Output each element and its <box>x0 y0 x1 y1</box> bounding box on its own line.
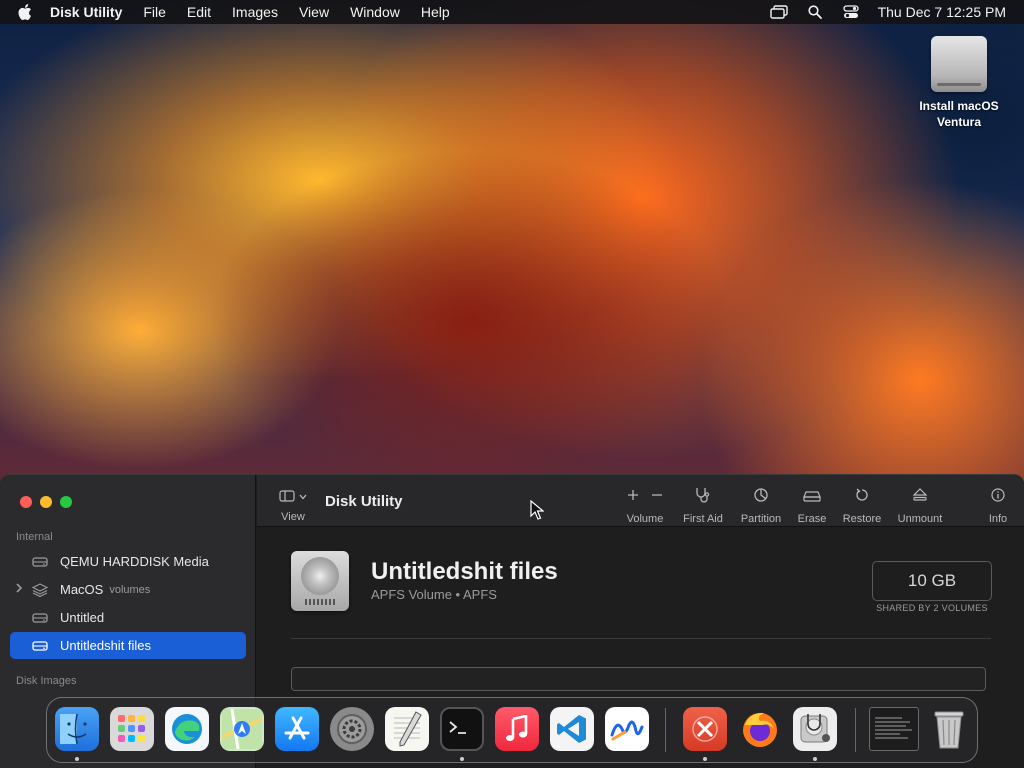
view-label: View <box>281 511 305 523</box>
dock-trash-icon[interactable] <box>927 707 971 751</box>
dock-maps-icon[interactable] <box>220 707 264 751</box>
dock-screenshot-thumbnail-icon[interactable] <box>869 707 919 751</box>
dock-textedit-icon[interactable] <box>385 707 429 751</box>
control-center-icon[interactable] <box>842 5 860 19</box>
info-icon <box>991 487 1005 505</box>
restore-label: Restore <box>842 513 882 525</box>
window-title: Disk Utility <box>325 493 403 510</box>
dock-launchpad-icon[interactable] <box>110 707 154 751</box>
volume-drive-icon <box>32 640 54 652</box>
running-indicator <box>75 757 79 761</box>
partition-button[interactable]: Partition <box>735 487 787 525</box>
section-divider <box>291 638 991 639</box>
erase-drive-icon <box>803 488 821 505</box>
menu-help[interactable]: Help <box>421 4 450 20</box>
dock-freeform-icon[interactable] <box>605 707 649 751</box>
volume-drive-icon <box>32 612 54 624</box>
spotlight-search-icon[interactable] <box>806 5 824 19</box>
window-controls <box>20 496 72 508</box>
running-indicator <box>703 757 707 761</box>
pie-chart-icon <box>753 487 769 506</box>
view-button[interactable]: View <box>279 489 307 523</box>
erase-label: Erase <box>797 513 827 525</box>
dock-music-icon[interactable] <box>495 707 539 751</box>
desktop-icon-install-macos[interactable]: Install macOS Ventura <box>912 36 1006 130</box>
volume-subtitle: APFS Volume • APFS <box>371 587 497 602</box>
dock-firefox-icon[interactable] <box>738 707 782 751</box>
unmount-label: Unmount <box>897 513 943 525</box>
shared-volumes-caption: SHARED BY 2 VOLUMES <box>876 603 988 613</box>
desktop-icon-label-line2: Ventura <box>936 115 981 129</box>
zoom-window-button[interactable] <box>60 496 72 508</box>
dock-remote-desktop-icon[interactable] <box>683 707 727 751</box>
sidebar-section-internal: Internal <box>16 531 53 543</box>
sidebar-item-sublabel: volumes <box>109 583 151 596</box>
mouse-pointer-icon <box>530 499 545 525</box>
menu-app-name[interactable]: Disk Utility <box>50 4 122 20</box>
desktop-icon-label-line1: Install macOS <box>919 99 999 113</box>
info-label: Info <box>988 513 1008 525</box>
sidebar-item-label: QEMU HARDDISK Media <box>60 554 209 569</box>
volume-name: Untitledshit files <box>371 558 558 585</box>
volume-size: 10 GB <box>872 561 992 601</box>
dock-separator <box>665 708 666 752</box>
sidebar-toggle-icon <box>279 489 295 505</box>
sidebar-item-macos[interactable]: MacOS volumes <box>10 576 246 603</box>
restore-button[interactable]: Restore <box>837 487 887 525</box>
usage-bar <box>291 667 986 691</box>
dock-separator <box>855 708 856 752</box>
volume-label: Volume <box>626 513 664 525</box>
restore-arrow-icon <box>855 488 869 505</box>
dock-app-store-icon[interactable] <box>275 707 319 751</box>
dock-system-settings-icon[interactable] <box>330 707 374 751</box>
close-window-button[interactable] <box>20 496 32 508</box>
dock-terminal-icon[interactable] <box>440 707 484 751</box>
screen-mirroring-icon[interactable] <box>769 5 788 19</box>
sidebar-item-label: MacOS <box>60 582 104 597</box>
running-indicator <box>813 757 817 761</box>
eject-icon <box>912 487 928 505</box>
apple-menu-icon[interactable] <box>0 4 50 20</box>
menu-view[interactable]: View <box>299 4 329 20</box>
unmount-button[interactable]: Unmount <box>893 487 947 525</box>
internal-disk-icon <box>291 551 349 611</box>
sidebar-item-label: Untitled <box>60 610 105 625</box>
sidebar-item-untitledshit-files[interactable]: Untitledshit files <box>10 632 246 659</box>
chevron-down-icon <box>299 491 307 503</box>
sidebar-item-label: Untitledshit files <box>60 638 152 653</box>
menu-bar: Disk Utility File Edit Images View Windo… <box>0 0 1024 24</box>
info-button[interactable]: Info <box>983 487 1013 525</box>
dock-disk-utility-icon[interactable] <box>793 707 837 751</box>
disclosure-chevron-icon[interactable] <box>10 583 28 596</box>
menu-file[interactable]: File <box>143 4 166 20</box>
sidebar-item-untitled[interactable]: Untitled <box>10 604 246 631</box>
dock-finder-icon[interactable] <box>55 707 99 751</box>
first-aid-label: First Aid <box>683 513 723 525</box>
minus-icon[interactable] <box>651 489 663 504</box>
menu-edit[interactable]: Edit <box>187 4 211 20</box>
partition-label: Partition <box>740 513 782 525</box>
running-indicator <box>460 757 464 761</box>
dock-edge-icon[interactable] <box>165 707 209 751</box>
plus-icon[interactable] <box>627 489 639 504</box>
toolbar: View Disk Utility Volume First Aid Parti… <box>257 475 1024 527</box>
first-aid-button[interactable]: First Aid <box>677 487 729 525</box>
minimize-window-button[interactable] <box>40 496 52 508</box>
sidebar-section-disk-images: Disk Images <box>16 675 77 687</box>
layers-volume-icon <box>32 582 54 597</box>
volume-button[interactable]: Volume <box>619 487 671 525</box>
dock-vscode-icon[interactable] <box>550 707 594 751</box>
menu-bar-clock[interactable]: Thu Dec 7 12:25 PM <box>878 4 1006 20</box>
menu-window[interactable]: Window <box>350 4 400 20</box>
sidebar-item-qemu-harddisk[interactable]: QEMU HARDDISK Media <box>10 548 246 575</box>
dock <box>46 697 978 763</box>
menu-images[interactable]: Images <box>232 4 278 20</box>
external-drive-icon <box>931 36 987 92</box>
erase-button[interactable]: Erase <box>787 487 837 525</box>
stethoscope-icon <box>694 487 712 506</box>
hard-drive-icon <box>32 556 54 568</box>
